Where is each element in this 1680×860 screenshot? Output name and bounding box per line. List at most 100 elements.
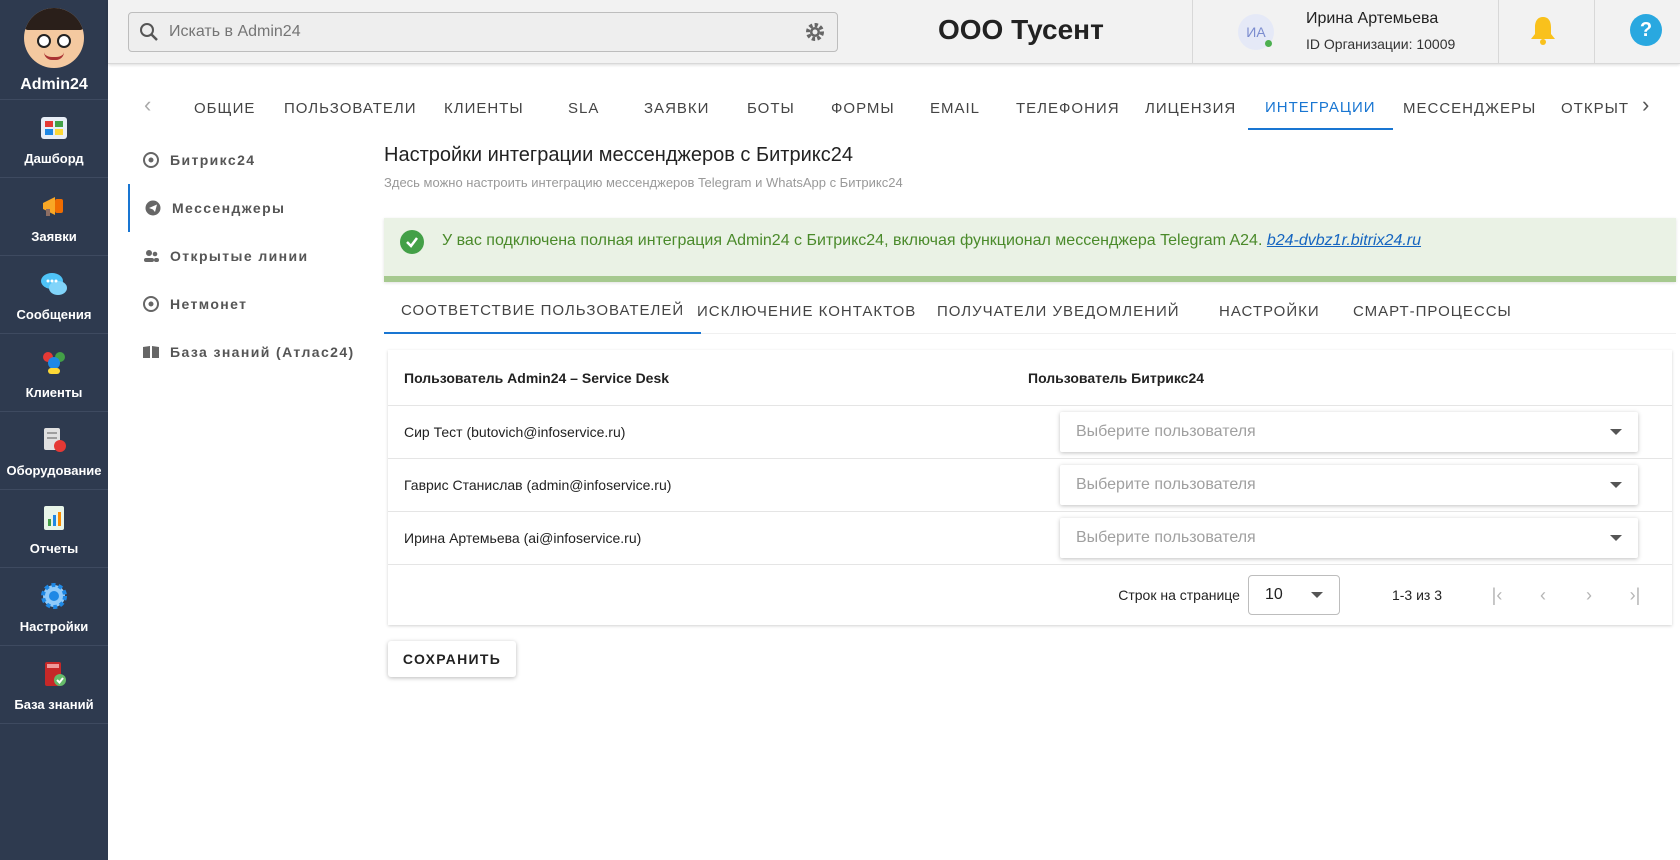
column-header-bitrix-user: Пользователь Битрикс24: [1028, 369, 1205, 386]
sidebar-item-label: База знаний: [14, 697, 94, 712]
admin24-user-cell: Гаврис Станислав (admin@infoservice.ru): [404, 477, 672, 493]
subnav-item-messengers[interactable]: Мессенджеры: [128, 184, 373, 232]
book-icon: [37, 657, 71, 691]
check-circle-icon: [400, 230, 424, 254]
sidebar-item-label: Клиенты: [25, 385, 83, 400]
help-icon[interactable]: ?: [1630, 14, 1662, 46]
sidebar-item-clients[interactable]: Клиенты: [0, 334, 108, 412]
tab-license[interactable]: Лицензия: [1145, 86, 1236, 130]
rows-per-page-label: Строк на странице: [1118, 587, 1240, 603]
admin24-user-cell: Сир Тест (butovich@infoservice.ru): [404, 424, 626, 440]
sidebar-item-requests[interactable]: Заявки: [0, 178, 108, 256]
tab-integrations[interactable]: Интеграции: [1248, 86, 1393, 130]
subnav-item-label: Мессенджеры: [172, 200, 286, 216]
subnav-item-label: Открытые линии: [170, 248, 309, 264]
dropdown-arrow-icon: [1610, 429, 1622, 435]
avatar-initials: ИА: [1246, 24, 1266, 40]
column-header-admin24-user: Пользователь Admin24 – Service Desk: [404, 369, 670, 386]
subnav-item-label: Битрикс24: [170, 152, 256, 168]
tab-requests[interactable]: Заявки: [644, 86, 709, 130]
sidebar-item-label: Оборудование: [6, 463, 102, 478]
subnav-item-netmonet[interactable]: Нетмонет: [128, 280, 373, 328]
top-header: ООО Тусент ИА Ирина Артемьева ID Организ…: [108, 0, 1680, 64]
select-placeholder: Выберите пользователя: [1076, 476, 1256, 493]
brand-name: Admin24: [20, 76, 88, 93]
sidebar-item-messages[interactable]: Сообщения: [0, 256, 108, 334]
first-page-icon[interactable]: |‹: [1474, 575, 1520, 615]
bitrix-icon: [142, 151, 160, 169]
sidebar-item-equipment[interactable]: Оборудование: [0, 412, 108, 490]
online-status-dot: [1265, 40, 1272, 47]
tab-forms[interactable]: Формы: [831, 86, 895, 130]
search-icon: [129, 22, 169, 42]
tab-telephony[interactable]: Телефония: [1016, 86, 1120, 130]
tab-settings[interactable]: Настройки: [1202, 288, 1337, 334]
alert-message: У вас подключена полная интеграция Admin…: [442, 232, 1421, 250]
chevron-right-icon[interactable]: ›: [1642, 92, 1649, 118]
admin24-user-cell: Ирина Артемьева (ai@infoservice.ru): [404, 530, 642, 546]
rows-per-page-value: 10: [1264, 586, 1283, 603]
user-name[interactable]: Ирина Артемьева: [1306, 10, 1438, 28]
equipment-icon: [37, 423, 71, 457]
sidebar-item-label: Заявки: [31, 229, 77, 244]
save-button[interactable]: Сохранить: [388, 641, 516, 677]
sidebar-item-reports[interactable]: Отчеты: [0, 490, 108, 568]
table-header: Пользователь Admin24 – Service Desk Поль…: [388, 350, 1672, 406]
megaphone-icon: [37, 189, 71, 223]
user-mapping-table: Пользователь Admin24 – Service Desk Поль…: [388, 350, 1672, 625]
tab-bots[interactable]: Боты: [747, 86, 795, 130]
chevron-left-icon[interactable]: ‹: [144, 92, 151, 118]
bitrix-portal-link[interactable]: b24-dvbz1r.bitrix24.ru: [1267, 232, 1421, 249]
tab-clients[interactable]: Клиенты: [444, 86, 524, 130]
tab-general[interactable]: Общие: [194, 86, 255, 130]
sidebar-item-settings[interactable]: Настройки: [0, 568, 108, 646]
telegram-icon: [144, 199, 162, 217]
tab-users[interactable]: Пользователи: [284, 86, 417, 130]
tab-user-mapping[interactable]: Соответствие пользователей: [384, 288, 702, 334]
subnav-item-open-lines[interactable]: Открытые линии: [128, 232, 373, 280]
tab-notification-recipients[interactable]: Получатели уведомлений: [920, 288, 1197, 334]
tab-messengers[interactable]: Мессенджеры: [1403, 86, 1536, 130]
dropdown-arrow-icon: [1610, 482, 1622, 488]
table-row: Ирина Артемьева (ai@infoservice.ru) Выбе…: [388, 512, 1672, 565]
subnav-item-bitrix24[interactable]: Битрикс24: [128, 136, 373, 184]
rows-per-page-select[interactable]: 10: [1247, 575, 1340, 615]
tab-sla[interactable]: SLA: [568, 86, 599, 130]
brand[interactable]: Admin24: [0, 0, 108, 100]
chat-bubbles-icon: [37, 267, 71, 301]
bell-icon[interactable]: [1528, 14, 1558, 51]
subnav-item-label: База знаний (Атлас24): [170, 344, 355, 360]
tab-smart-processes[interactable]: Смарт-процессы: [1336, 288, 1529, 334]
next-page-icon[interactable]: ›: [1566, 575, 1612, 615]
sidebar-item-knowledge-base[interactable]: База знаний: [0, 646, 108, 724]
subnav-item-knowledge-base[interactable]: База знаний (Атлас24): [128, 328, 373, 376]
organization-title: ООО Тусент: [938, 14, 1104, 45]
integration-status-alert: У вас подключена полная интеграция Admin…: [384, 218, 1676, 282]
tab-contact-exclusions[interactable]: Исключение контактов: [680, 288, 933, 334]
sidebar-item-label: Сообщения: [16, 307, 92, 322]
tab-email[interactable]: Email: [930, 86, 980, 130]
bitrix-user-select[interactable]: Выберите пользователя: [1060, 465, 1638, 505]
sidebar-item-label: Дашборд: [24, 151, 84, 166]
gear-icon: [37, 579, 71, 613]
tab-open-lines[interactable]: Открыт: [1561, 86, 1631, 130]
search-input[interactable]: [169, 23, 793, 41]
report-icon: [37, 501, 71, 535]
select-placeholder: Выберите пользователя: [1076, 529, 1256, 546]
search-settings-gear-icon[interactable]: [793, 21, 837, 43]
sidebar-item-dashboard[interactable]: Дашборд: [0, 100, 108, 178]
search-box[interactable]: [128, 12, 838, 52]
last-page-icon[interactable]: ›|: [1612, 575, 1658, 615]
pagination-range: 1-3 из 3: [1391, 587, 1442, 603]
group-icon: [142, 247, 160, 265]
previous-page-icon[interactable]: ‹: [1520, 575, 1566, 615]
table-row: Гаврис Станислав (admin@infoservice.ru) …: [388, 459, 1672, 512]
bitrix-user-select[interactable]: Выберите пользователя: [1060, 518, 1638, 558]
avatar[interactable]: ИА: [1238, 14, 1274, 50]
brand-logo-icon: [24, 8, 84, 68]
select-placeholder: Выберите пользователя: [1076, 423, 1256, 440]
organization-id: ID Организации: 10009: [1306, 36, 1456, 52]
table-row: Сир Тест (butovich@infoservice.ru) Выбер…: [388, 406, 1672, 459]
bitrix-user-select[interactable]: Выберите пользователя: [1060, 412, 1638, 452]
book-open-icon: [142, 343, 160, 361]
